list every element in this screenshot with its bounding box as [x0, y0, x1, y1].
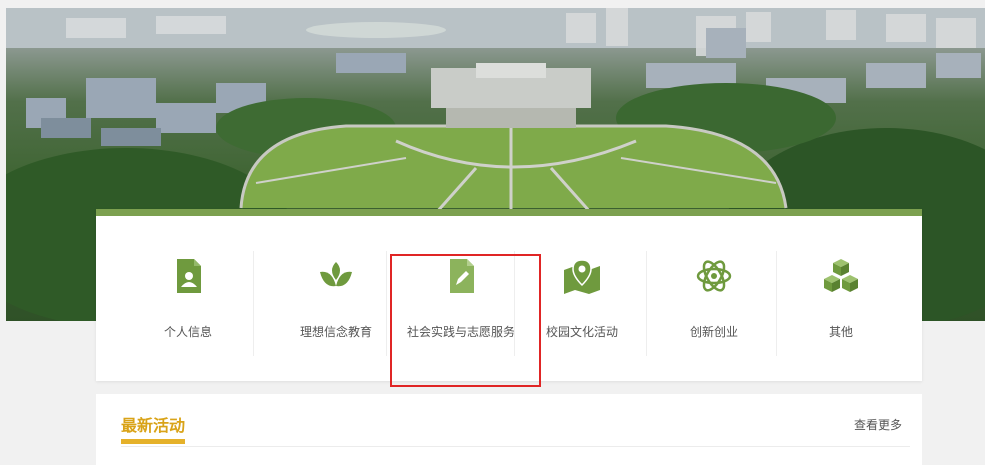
cubes-icon — [821, 256, 861, 296]
category-personal-info[interactable]: 个人信息 — [123, 216, 253, 381]
sprout-icon — [316, 256, 356, 296]
map-pin-icon — [562, 256, 602, 296]
category-social-practice-volunteer[interactable]: 社会实践与志愿服务 — [396, 216, 526, 381]
category-divider — [253, 251, 254, 356]
category-campus-culture[interactable]: 校园文化活动 — [517, 216, 647, 381]
category-panel: 个人信息 理想信念教育 社会实践与志愿服务 校园文化活动 创新创业 其他 — [96, 209, 922, 381]
category-other[interactable]: 其他 — [776, 216, 906, 381]
category-label: 个人信息 — [163, 325, 212, 339]
category-label: 理想信念教育 — [299, 325, 372, 339]
category-divider — [386, 251, 387, 356]
section-title: 最新活动 — [121, 416, 186, 435]
category-innovation-entrepreneurship[interactable]: 创新创业 — [649, 216, 779, 381]
category-label: 校园文化活动 — [545, 325, 618, 339]
category-ideal-belief-education[interactable]: 理想信念教育 — [271, 216, 401, 381]
category-label: 其他 — [828, 325, 853, 339]
category-label: 创新创业 — [689, 325, 738, 339]
category-divider — [514, 251, 515, 356]
document-pen-icon — [441, 256, 481, 296]
section-title-underline — [121, 439, 185, 444]
view-more-link[interactable]: 查看更多 — [854, 416, 902, 433]
latest-activities-panel: 最新活动 查看更多 — [96, 394, 922, 465]
id-card-icon — [168, 256, 208, 296]
category-divider — [646, 251, 647, 356]
category-label: 社会实践与志愿服务 — [406, 325, 515, 339]
section-divider — [121, 446, 910, 447]
atom-icon — [694, 256, 734, 296]
